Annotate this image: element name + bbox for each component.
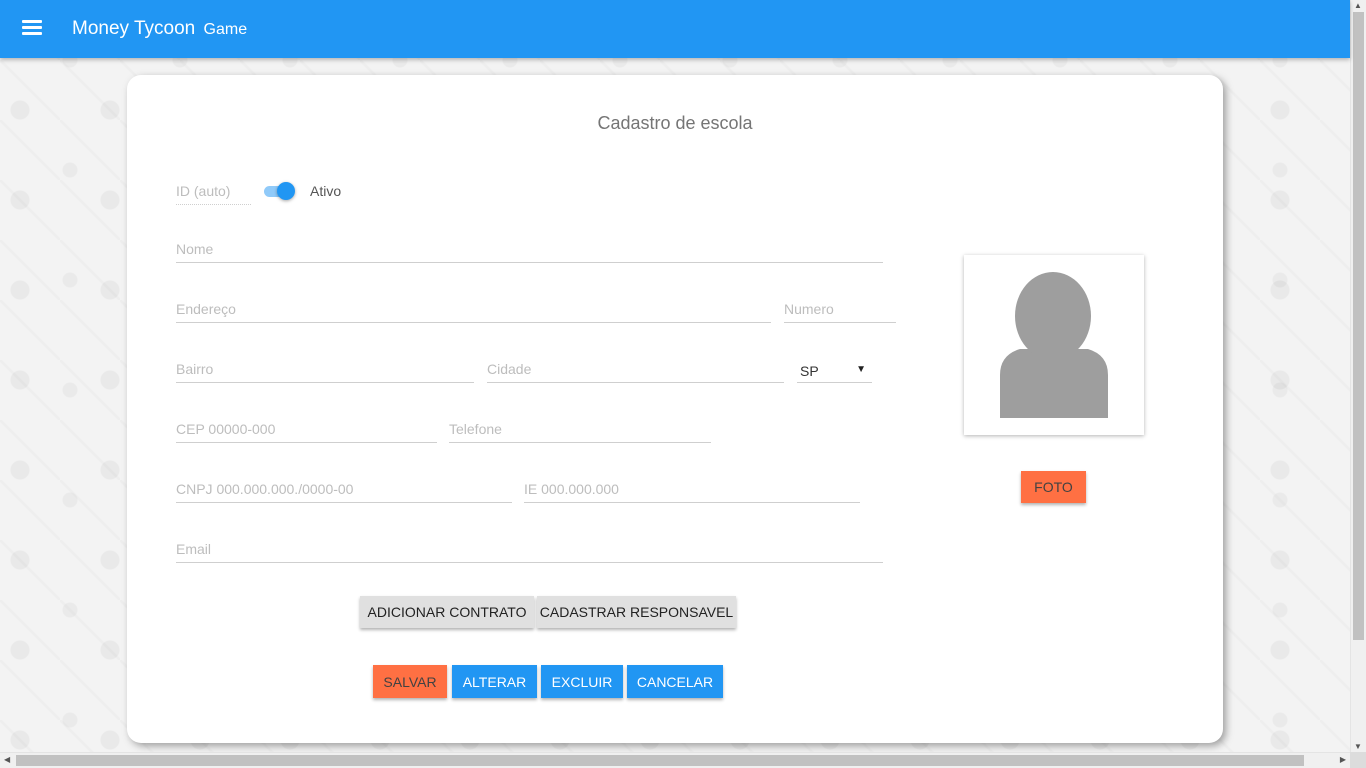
cnpj-input[interactable]: [176, 477, 512, 501]
app-title-text: Money Tycoon: [72, 18, 196, 39]
cidade-input[interactable]: [487, 357, 784, 381]
scroll-up-icon[interactable]: ▲: [1354, 1, 1362, 10]
cep-field: [176, 417, 437, 443]
foto-button[interactable]: FOTO: [1021, 471, 1086, 503]
cep-input[interactable]: [176, 417, 437, 441]
school-form-card: Cadastro de escola Ativo SP ▼: [127, 75, 1223, 743]
endereco-input[interactable]: [176, 297, 771, 321]
dropdown-arrow-icon: ▼: [856, 364, 866, 375]
numero-field: [784, 297, 896, 323]
id-input[interactable]: [176, 179, 251, 203]
horizontal-scroll-thumb[interactable]: [16, 755, 1304, 766]
cidade-field: [487, 357, 784, 383]
toggle-thumb: [277, 182, 295, 200]
nome-field: [176, 237, 883, 263]
telefone-input[interactable]: [449, 417, 711, 441]
alterar-button[interactable]: ALTERAR: [452, 665, 537, 698]
active-label: Ativo: [310, 183, 342, 199]
app-bar: Money Tycoon Game: [0, 0, 1350, 58]
nome-input[interactable]: [176, 237, 883, 261]
cnpj-field: [176, 477, 512, 503]
cancelar-button[interactable]: CANCELAR: [627, 665, 723, 698]
salvar-button[interactable]: SALVAR: [373, 665, 447, 698]
email-field: [176, 537, 883, 563]
scroll-right-icon[interactable]: ▶: [1340, 755, 1346, 764]
vertical-scroll-thumb[interactable]: [1353, 12, 1364, 640]
bairro-field: [176, 357, 474, 383]
id-field: [176, 179, 251, 205]
scroll-down-icon[interactable]: ▼: [1354, 742, 1362, 751]
app-subtitle: Game: [203, 21, 248, 38]
form-title: Cadastro de escola: [597, 113, 753, 133]
photo-frame: [964, 255, 1144, 435]
estado-value: SP: [800, 363, 819, 379]
horizontal-scrollbar[interactable]: ◀ ▶: [0, 752, 1350, 768]
excluir-button[interactable]: EXCLUIR: [541, 665, 623, 698]
vertical-scrollbar[interactable]: ▲ ▼: [1350, 0, 1366, 752]
endereco-field: [176, 297, 771, 323]
adicionar-contrato-button[interactable]: ADICIONAR CONTRATO: [360, 596, 534, 628]
email-input[interactable]: [176, 537, 883, 561]
avatar-placeholder-icon: [1000, 272, 1108, 418]
scroll-left-icon[interactable]: ◀: [4, 755, 10, 764]
scrollbar-corner: [1350, 752, 1366, 768]
numero-input[interactable]: [784, 297, 896, 321]
ie-field: [524, 477, 860, 503]
active-toggle[interactable]: [262, 181, 296, 201]
estado-select[interactable]: SP ▼: [797, 359, 872, 383]
bairro-input[interactable]: [176, 357, 474, 381]
app-title: Money Tycoon Game: [72, 18, 247, 40]
ie-input[interactable]: [524, 477, 860, 501]
telefone-field: [449, 417, 711, 443]
cadastrar-responsavel-button[interactable]: CADASTRAR RESPONSAVEL: [537, 596, 736, 628]
menu-icon[interactable]: [22, 20, 42, 36]
